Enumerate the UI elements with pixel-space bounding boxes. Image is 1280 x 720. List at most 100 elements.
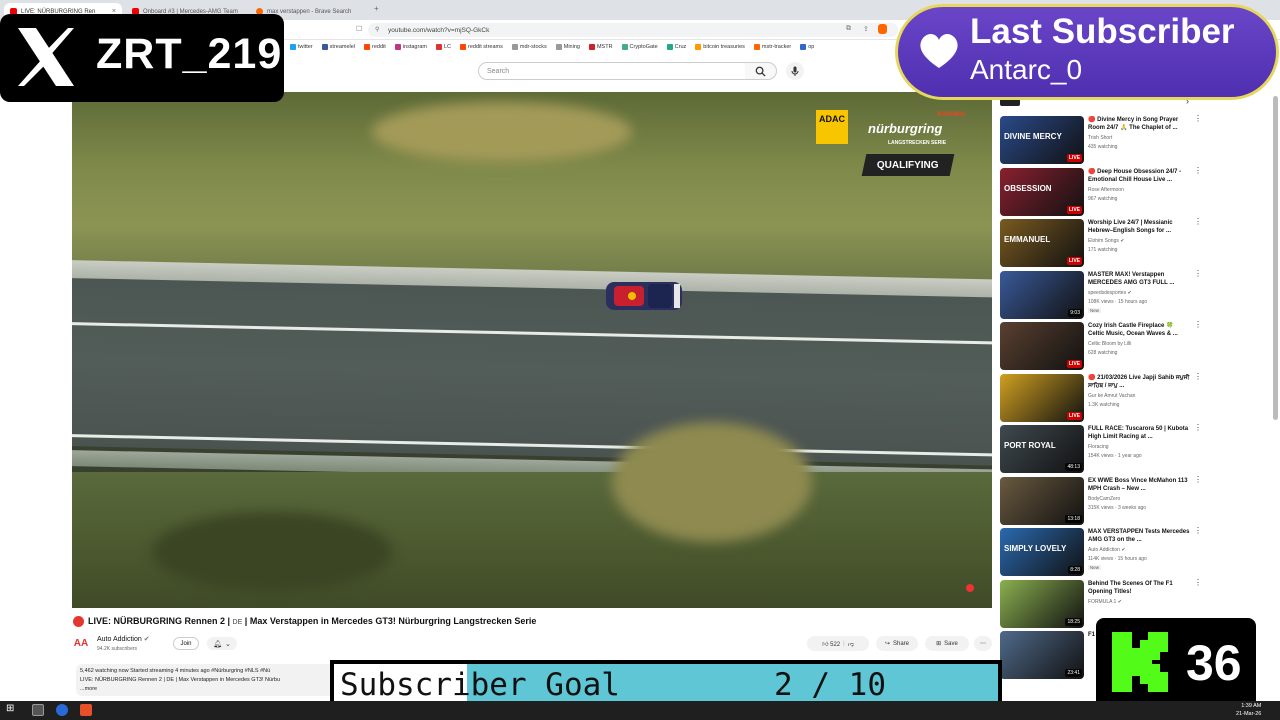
more-options-icon[interactable]: ⋮ <box>1194 527 1202 535</box>
bookmark-item[interactable]: instagram <box>394 44 427 50</box>
video-thumbnail[interactable]: 23:41 <box>1000 631 1084 679</box>
related-video-channel[interactable]: Floracing <box>1088 444 1109 450</box>
voice-search-button[interactable] <box>786 62 804 80</box>
more-options-icon[interactable]: ⋮ <box>1194 578 1202 586</box>
video-thumbnail[interactable]: DIVINE MERCY LIVE <box>1000 116 1084 164</box>
video-thumbnail[interactable]: PORT ROYAL 48:13 <box>1000 425 1084 473</box>
video-thumbnail[interactable]: 18:25 <box>1000 579 1084 628</box>
related-video-meta: 108K views · 15 hours ago <box>1088 298 1148 305</box>
video-thumbnail[interactable]: 9:03 <box>1000 270 1084 319</box>
notifications-button[interactable]: 🔔︎ ⌄ <box>207 637 237 650</box>
brave-icon[interactable] <box>80 704 92 716</box>
bookmark-item[interactable]: bitcoin treasuries <box>695 44 745 50</box>
related-video-channel[interactable]: FORMULA 1 ✔ <box>1088 599 1122 605</box>
related-video-title[interactable]: FULL RACE: Tuscarora 50 | Kubota High Li… <box>1088 425 1190 442</box>
video-thumbnail[interactable]: SIMPLY LOVELY 8:28 <box>1000 528 1084 576</box>
bookmark-item[interactable]: streamelel <box>321 44 355 50</box>
more-options-icon[interactable]: ⋮ <box>1194 115 1202 123</box>
scrollbar[interactable] <box>1273 96 1278 420</box>
bookmark-item[interactable]: op <box>800 44 814 50</box>
related-video-channel[interactable]: speedsdesportes ✔ <box>1088 290 1132 296</box>
related-video-title[interactable]: 🔴 21/03/2026 Live Japji Sahib ਜਪੁਜੀ ਸਾਹਿ… <box>1088 374 1190 391</box>
related-video-title[interactable]: Cozy Irish Castle Fireplace 🍀 Celtic Mus… <box>1088 322 1190 339</box>
site-info-icon[interactable]: ⚲ <box>375 26 379 33</box>
related-video-card[interactable]: SIMPLY LOVELY 8:28 MAX VERSTAPPEN Tests Me… <box>1000 527 1202 576</box>
related-video-title[interactable]: Worship Live 24/7 | Messianic Hebrew–Eng… <box>1088 219 1190 236</box>
more-options-icon[interactable]: ⋮ <box>1194 475 1202 483</box>
nurburgring-logo: RAVENOL nürburgring LANGSTRECKEN SERIE <box>868 108 966 146</box>
system-clock[interactable]: 1:39 AM 21-Mar-26 <box>1236 702 1261 718</box>
related-video-card[interactable]: PORT ROYAL 48:13 FULL RACE: Tuscarora 50 |… <box>1000 424 1202 473</box>
description-box[interactable]: 5,462 watching now Started streaming 4 m… <box>76 664 336 696</box>
related-video-title[interactable]: 🔴 Deep House Obsession 24/7 - Emotional … <box>1088 168 1190 185</box>
new-tab-icon[interactable]: + <box>374 4 379 13</box>
bookmark-icon[interactable]: ☐ <box>356 25 362 33</box>
share-page-icon[interactable]: ⧉ <box>846 25 851 33</box>
related-video-channel[interactable]: BodyCamZero <box>1088 496 1120 502</box>
file-explorer-icon[interactable] <box>32 704 44 716</box>
related-video-channel[interactable]: Auto Addiction ✔ <box>1088 547 1126 553</box>
bookmark-item[interactable]: reddit streams <box>460 44 503 50</box>
more-actions-button[interactable]: ⋯ <box>974 636 992 651</box>
bookmark-item[interactable]: reddit <box>364 44 386 50</box>
video-thumbnail[interactable]: LIVE <box>1000 322 1084 370</box>
save-button[interactable]: ⊞ Save <box>925 636 969 651</box>
related-video-channel[interactable]: Trish Short <box>1088 135 1112 141</box>
related-video-card[interactable]: LIVE 🔴 21/03/2026 Live Japji Sahib ਜਪੁਜੀ … <box>1000 372 1202 422</box>
more-options-icon[interactable]: ⋮ <box>1194 424 1202 432</box>
related-video-title[interactable]: 🔴 Divine Mercy in Song Prayer Room 24/7 … <box>1088 116 1190 133</box>
related-video-card[interactable]: 9:03 MASTER MAX! Verstappen MERCEDES AMG … <box>1000 269 1202 319</box>
video-thumbnail[interactable]: EMMANUEL LIVE <box>1000 219 1084 267</box>
related-video-title[interactable]: MASTER MAX! Verstappen MERCEDES AMG GT3 … <box>1088 271 1190 288</box>
related-video-title[interactable]: MAX VERSTAPPEN Tests Mercedes AMG GT3 on… <box>1088 528 1190 545</box>
bookmark-item[interactable]: MSTR <box>588 44 613 50</box>
bookmark-item[interactable]: mdr-stocks <box>511 44 547 50</box>
kick-count: 36 <box>1186 635 1242 691</box>
dislike-icon[interactable]: 👎︎ <box>848 640 854 648</box>
bookmark-item[interactable]: Mining <box>555 44 580 50</box>
search-input[interactable]: Search <box>478 62 746 80</box>
related-video-card[interactable]: LIVE Cozy Irish Castle Fireplace 🍀 Celtic… <box>1000 321 1202 370</box>
bookmark-item[interactable]: mstr-tracker <box>753 44 791 50</box>
related-video-channel[interactable]: Rose Aftermoon <box>1088 187 1124 193</box>
video-title-lang: DE <box>232 619 243 626</box>
windows-start-icon[interactable]: ⊞ <box>6 703 18 715</box>
more-options-icon[interactable]: ⋮ <box>1194 218 1202 226</box>
edge-icon[interactable] <box>56 704 68 716</box>
more-options-icon[interactable]: ⋮ <box>1194 166 1202 174</box>
video-thumbnail[interactable]: OBSESSION LIVE <box>1000 167 1084 216</box>
channel-name[interactable]: Auto Addiction ✔ <box>97 635 150 643</box>
kick-logo-icon <box>1112 632 1168 692</box>
brave-shields-icon[interactable] <box>878 24 887 34</box>
extensions-icon[interactable]: ⇪ <box>863 25 869 33</box>
more-options-icon[interactable]: ⋮ <box>1194 321 1202 329</box>
video-thumbnail[interactable]: LIVE <box>1000 373 1084 422</box>
bookmark-item[interactable]: LC <box>435 44 451 50</box>
join-button[interactable]: Join <box>173 637 199 650</box>
related-video-card[interactable]: OBSESSION LIVE 🔴 Deep House Obsession 24/7… <box>1000 166 1202 216</box>
related-video-channel[interactable]: Gur ke Amrut Vachan <box>1088 393 1135 399</box>
description-more-link[interactable]: ...more <box>80 685 332 694</box>
share-button[interactable]: ↪ Share <box>876 636 918 651</box>
bookmark-item[interactable]: Cruz <box>666 44 686 50</box>
goal-label: Subscriber Goal <box>340 667 620 703</box>
related-video-card[interactable]: DIVINE MERCY LIVE 🔴 Divine Mercy in Song P… <box>1000 115 1202 164</box>
video-player[interactable]: ADAC RAVENOL nürburgring LANGSTRECKEN SE… <box>72 92 992 608</box>
channel-avatar[interactable]: AA <box>72 634 90 652</box>
related-video-title[interactable]: Behind The Scenes Of The F1 Opening Titl… <box>1088 580 1190 597</box>
more-options-icon[interactable]: ⋮ <box>1194 372 1202 380</box>
video-thumbnail[interactable]: 13:18 <box>1000 476 1084 525</box>
related-video-title[interactable]: EX WWE Boss Vince McMahon 113 MPH Crash … <box>1088 477 1190 494</box>
bookmark-item[interactable]: twitter <box>290 44 313 50</box>
more-options-icon[interactable]: ⋮ <box>1194 269 1202 277</box>
bookmark-item[interactable]: CryptoGate <box>621 44 658 50</box>
related-video-card[interactable]: 13:18 EX WWE Boss Vince McMahon 113 MPH C… <box>1000 475 1202 525</box>
related-video-card[interactable]: EMMANUEL LIVE Worship Live 24/7 | Messiani… <box>1000 218 1202 267</box>
related-video-channel[interactable]: Elohim Songs ✔ <box>1088 238 1124 244</box>
like-button[interactable]: 👍︎ 522 <box>822 640 840 648</box>
share-label: Share <box>893 640 910 647</box>
address-bar[interactable]: ⚲ youtube.com/watch?v=mjSQ-GkCk ⧉ ⇪ <box>368 23 898 37</box>
related-video-channel[interactable]: Celtic Bloom by Lilli <box>1088 341 1131 347</box>
search-button[interactable] <box>745 62 777 80</box>
microphone-icon <box>791 66 799 76</box>
